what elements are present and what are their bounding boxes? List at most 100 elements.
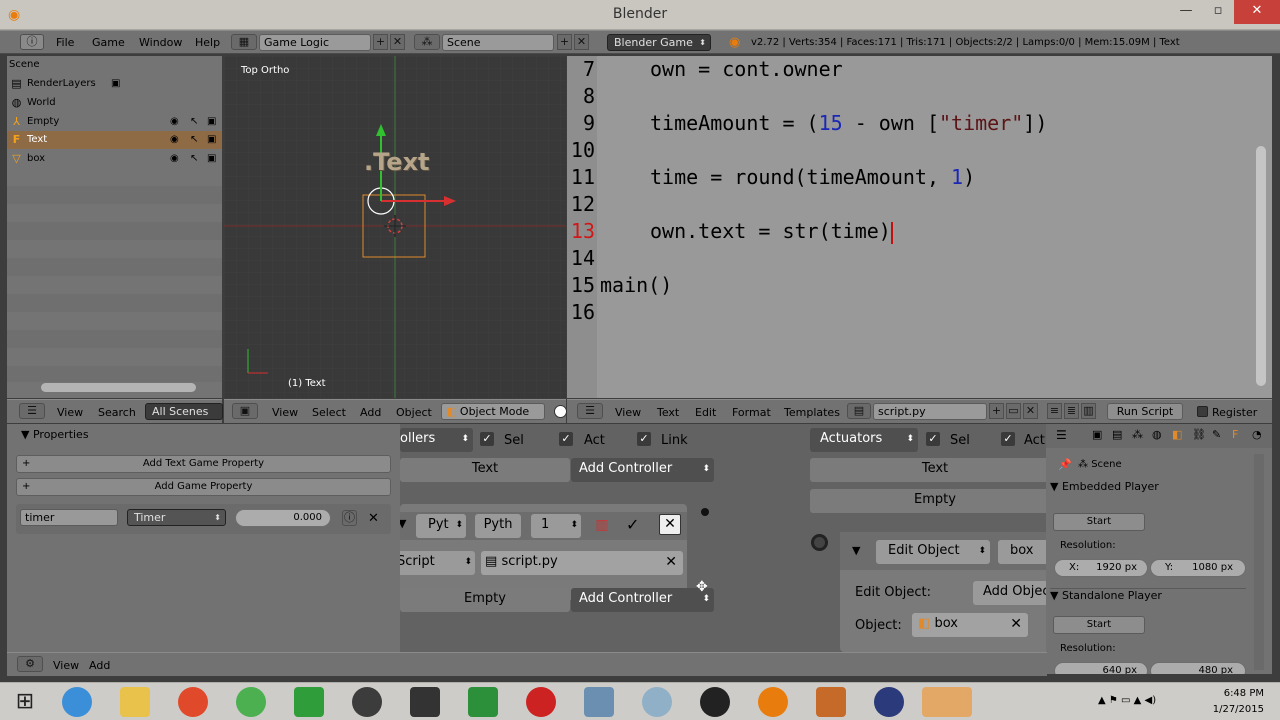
logic-editor[interactable]: ollers ⬍ ✓ Sel ✓ Act ✓ Link Text Add Cont… (400, 424, 1046, 652)
viewport-add-menu[interactable]: Add (360, 406, 381, 419)
file-explorer-icon[interactable] (120, 687, 150, 717)
text-new-icon[interactable]: + (989, 403, 1004, 419)
controllers-link-checkbox[interactable]: ✓ (637, 432, 651, 446)
scene-tab-icon[interactable]: ⁂ (1132, 428, 1143, 441)
triangle-down-icon[interactable]: ▼ (400, 517, 406, 530)
layers-tab-icon[interactable]: ▤ (1112, 428, 1122, 441)
text-data-tab-icon[interactable]: F (1232, 428, 1238, 441)
text-editor[interactable]: 7 8 9 10 11 12 13 14 15 16 own = cont.ow… (567, 56, 1272, 398)
outliner-row-scene[interactable]: Scene (7, 56, 222, 74)
actuators-sel-checkbox[interactable]: ✓ (926, 432, 940, 446)
modifiers-tab-icon[interactable]: ✎ (1212, 428, 1221, 441)
shading-sphere-icon[interactable] (554, 405, 567, 418)
power-app-icon[interactable] (178, 687, 208, 717)
constraints-tab-icon[interactable]: ⛓ (1192, 428, 1206, 441)
standalone-start-button[interactable]: Start (1053, 616, 1145, 634)
embedded-start-button[interactable]: Start (1053, 513, 1145, 531)
layout-grid-icon[interactable]: ▦ (231, 34, 257, 50)
menu-help[interactable]: Help (195, 36, 220, 49)
scene-icon[interactable]: ⁂ (414, 34, 440, 50)
app-icon[interactable] (642, 687, 672, 717)
text-file-field[interactable]: script.py (873, 403, 987, 420)
run-script-button[interactable]: Run Script (1107, 403, 1183, 420)
internet-explorer-icon[interactable] (62, 687, 92, 717)
outliner-view-menu[interactable]: View (57, 406, 83, 419)
unity-icon[interactable] (410, 687, 440, 717)
editor-type-icon[interactable]: ⓘ (20, 34, 44, 50)
outliner-scrollbar[interactable] (41, 383, 196, 392)
editor-type-icon[interactable]: ⚙ (17, 656, 43, 672)
register-checkbox[interactable] (1197, 406, 1208, 417)
layout-add-icon[interactable]: + (373, 34, 388, 50)
menu-window[interactable]: Window (139, 36, 182, 49)
line-numbers-toggle-icon[interactable]: ≡ (1047, 403, 1062, 419)
text-browse-icon[interactable]: ▤ (847, 403, 871, 419)
cursor-icon[interactable]: ↖ (190, 113, 198, 131)
properties-title[interactable]: ▼ Properties (21, 428, 89, 441)
add-text-game-property-button[interactable]: + Add Text Game Property (16, 455, 391, 473)
word-wrap-toggle-icon[interactable]: ≣ (1064, 403, 1079, 419)
engine-select[interactable]: Blender Game ⬍ (607, 34, 711, 51)
actuator-object-text[interactable]: Text (810, 458, 1046, 482)
controller-object-text[interactable]: Text (400, 458, 570, 482)
editor-type-icon[interactable]: ☰ (19, 403, 45, 419)
clear-field-icon[interactable]: ✕ (1010, 613, 1022, 635)
controllers-select[interactable]: ollers ⬍ (400, 428, 473, 452)
standalone-resolution-x-field[interactable]: 640 px (1054, 662, 1148, 674)
outliner-search-menu[interactable]: Search (98, 406, 136, 419)
actuator-name-field[interactable]: box (998, 540, 1046, 564)
controller-state-field[interactable]: 1 ⬍ (531, 514, 581, 538)
object-mode-select[interactable]: ◧ Object Mode (441, 403, 545, 420)
outliner-row-renderlayers[interactable]: ▤ RenderLayers ▣ (7, 75, 222, 93)
editor-type-icon[interactable]: ▣ (232, 403, 258, 419)
syntax-highlight-toggle-icon[interactable]: ▥ (1081, 403, 1096, 419)
text-format-menu[interactable]: Format (732, 406, 771, 419)
script-file-field[interactable]: ▤ script.py ✕ (481, 551, 683, 575)
property-type-select[interactable]: Timer ⬍ (127, 509, 226, 526)
add-controller-text-button[interactable]: Add Controller ⬍ (571, 458, 714, 482)
add-game-property-button[interactable]: + Add Game Property (16, 478, 391, 496)
standalone-player-panel-header[interactable]: ▼ Standalone Player (1050, 589, 1246, 602)
actuators-select[interactable]: Actuators ⬍ (810, 428, 918, 452)
actuator-object-empty[interactable]: Empty (810, 489, 1046, 513)
viewport-object-menu[interactable]: Object (396, 406, 432, 419)
scene-add-icon[interactable]: + (557, 34, 572, 50)
controller-object-empty[interactable]: Empty (400, 588, 570, 612)
eye-icon[interactable]: ◉ (170, 113, 179, 131)
eclipse-icon[interactable] (874, 687, 904, 717)
property-value-field[interactable]: 0.000 (235, 509, 331, 527)
outliner-filter-select[interactable]: All Scenes (145, 403, 223, 420)
cursor-icon[interactable]: ↖ (190, 131, 198, 149)
headphones-icon[interactable] (352, 687, 382, 717)
scene-select[interactable]: Scene (442, 34, 554, 51)
render-icon[interactable]: ▣ (207, 150, 216, 168)
eye-icon[interactable]: ◉ (170, 150, 179, 168)
triangle-down-icon[interactable]: ▼ (852, 544, 860, 557)
editor-type-icon[interactable]: ☰ (1056, 428, 1067, 442)
render-tab-icon[interactable]: ▣ (1092, 428, 1102, 441)
blender-active-icon[interactable] (922, 687, 972, 717)
controller-link-socket[interactable] (701, 508, 709, 516)
priority-check-icon[interactable]: ✓ (626, 515, 639, 534)
info-icon[interactable]: ⓘ (342, 510, 357, 526)
logic-add-menu[interactable]: Add (89, 659, 110, 672)
remove-property-icon[interactable]: ✕ (368, 511, 379, 526)
layout-select[interactable]: Game Logic (259, 34, 371, 51)
resolution-y-field[interactable]: Y: 1080 px (1150, 559, 1246, 577)
pin-icon[interactable]: 📌 (1058, 458, 1072, 471)
cursor-icon[interactable]: ↖ (190, 150, 198, 168)
menu-file[interactable]: File (56, 36, 74, 49)
properties-scrollbar[interactable] (1254, 454, 1264, 670)
embedded-player-panel-header[interactable]: ▼ Embedded Player (1050, 480, 1246, 493)
add-controller-empty-button[interactable]: Add Controller ⬍ (571, 588, 714, 612)
physics-tab-icon[interactable]: ◔ (1252, 428, 1262, 441)
windows-start-icon[interactable]: ⊞ (10, 687, 40, 717)
outliner-row-box[interactable]: ▽ box ◉ ↖ ▣ (7, 150, 222, 168)
text-edit-menu[interactable]: Edit (695, 406, 716, 419)
controllers-act-checkbox[interactable]: ✓ (559, 432, 573, 446)
download-icon[interactable] (468, 687, 498, 717)
tray-icons[interactable]: ▲ ⚑ ▭ ▲ ◀) (1098, 695, 1156, 706)
eye-icon[interactable]: ◉ (170, 131, 179, 149)
clear-field-icon[interactable]: ✕ (665, 551, 677, 573)
actuator-type-select[interactable]: Edit Object ⬍ (876, 540, 990, 564)
